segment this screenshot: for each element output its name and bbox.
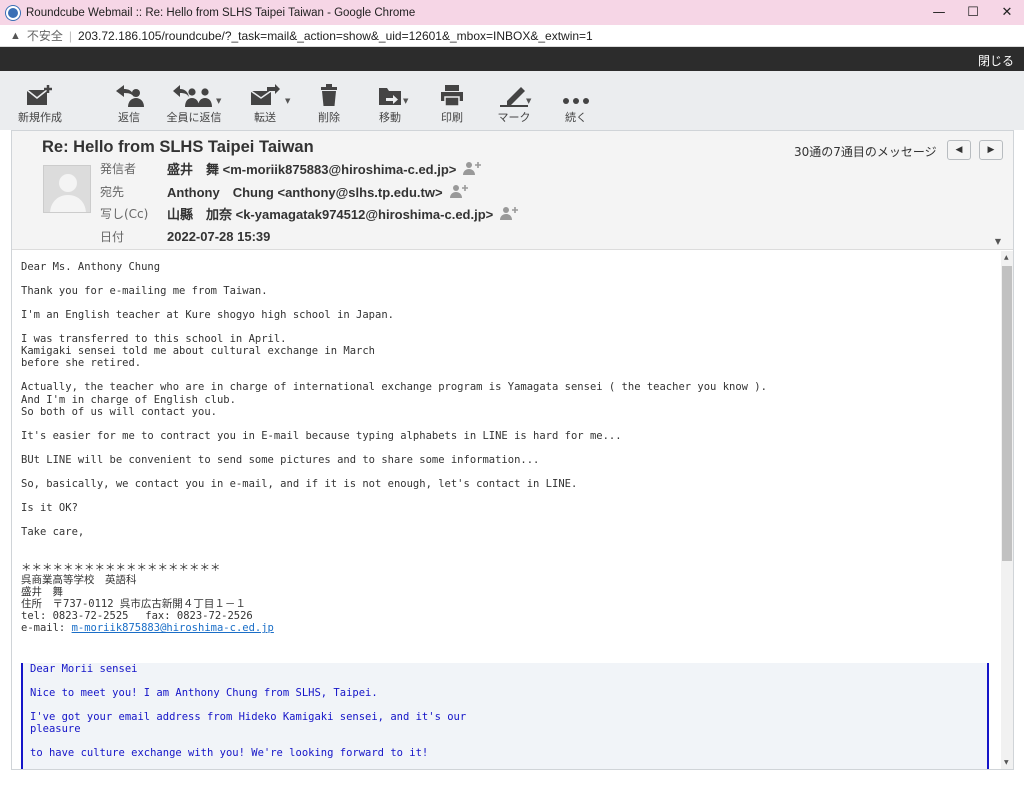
address-separator: |	[68, 28, 73, 43]
message-toolbar: 新規作成 返信 全員に返信 ▼ 転送 ▼ 削除 移動 ▼ 印刷 マーク ▼ 続く	[0, 71, 1024, 130]
forward-icon	[250, 84, 280, 105]
body-scrollbar[interactable]: ▲ ▼	[1001, 251, 1013, 769]
print-button[interactable]: 印刷	[437, 79, 467, 125]
contact-photo	[43, 165, 91, 213]
move-button[interactable]: 移動 ▼	[374, 79, 408, 125]
compose-label: 新規作成	[18, 111, 62, 124]
signature-email-link[interactable]: m-moriik875883@hiroshima-c.ed.jp	[72, 622, 274, 634]
move-label: 移動	[379, 111, 401, 124]
message-pane: Re: Hello from SLHS Taipei Taiwan 30通の7通…	[11, 130, 1014, 770]
more-label: 続く	[565, 111, 587, 124]
quoted-message: Dear Morii sensei Nice to meet you! I am…	[21, 663, 989, 769]
close-window-button[interactable]: ✕	[990, 0, 1024, 25]
window-titlebar: Roundcube Webmail :: Re: Hello from SLHS…	[0, 0, 1024, 25]
compose-icon	[26, 85, 52, 105]
message-counter: 30通の7通目のメッセージ	[794, 145, 937, 159]
move-dropdown-icon[interactable]: ▼	[403, 97, 408, 105]
next-message-button[interactable]: ▶	[979, 140, 1003, 160]
header-cc-row: 写し(Cc) 山縣 加奈 <k-yamagatak974512@hiroshim…	[100, 204, 519, 222]
maximize-button[interactable]: ☐	[956, 0, 990, 25]
cc-label: 写し(Cc)	[100, 206, 149, 221]
header-to-row: 宛先 Anthony Chung <anthony@slhs.tp.edu.tw…	[100, 182, 469, 200]
to-value[interactable]: Anthony Chung <anthony@slhs.tp.edu.tw>	[167, 182, 443, 201]
message-header: Re: Hello from SLHS Taipei Taiwan 30通の7通…	[12, 131, 1013, 250]
mark-dropdown-icon[interactable]: ▼	[526, 97, 531, 105]
close-link[interactable]: 閉じる	[978, 52, 1014, 69]
window-title: Roundcube Webmail :: Re: Hello from SLHS…	[26, 6, 416, 19]
cc-value[interactable]: 山縣 加奈 <k-yamagatak974512@hiroshima-c.ed.…	[167, 204, 493, 223]
header-from-row: 発信者 盛井 舞 <m-moriik875883@hiroshima-c.ed.…	[100, 159, 482, 177]
mark-label: マーク	[497, 111, 531, 124]
body-text: Dear Ms. Anthony Chung Thank you for e-m…	[21, 261, 767, 635]
previous-message-button[interactable]: ◀	[947, 140, 971, 160]
message-text: Dear Ms. Anthony Chung Thank you for e-m…	[21, 261, 767, 634]
reply-all-label: 全員に返信	[166, 111, 222, 124]
minimize-button[interactable]: —	[922, 0, 956, 25]
reply-all-icon	[173, 85, 212, 107]
person-silhouette-icon	[50, 174, 86, 212]
reply-label: 返信	[118, 111, 140, 124]
url-text[interactable]: 203.72.186.105/roundcube/?_task=mail&_ac…	[78, 29, 593, 43]
roundcube-favicon-icon	[6, 5, 20, 20]
forward-dropdown-icon[interactable]: ▼	[285, 97, 290, 105]
scroll-up-icon[interactable]: ▲	[1004, 254, 1009, 261]
scrollbar-thumb[interactable]	[1002, 266, 1012, 561]
print-label: 印刷	[441, 111, 463, 124]
mark-button[interactable]: マーク ▼	[496, 79, 532, 125]
from-value[interactable]: 盛井 舞 <m-moriik875883@hiroshima-c.ed.jp>	[167, 159, 456, 178]
reply-icon	[116, 85, 144, 107]
pencil-mark-icon	[500, 87, 528, 107]
date-value: 2022-07-28 15:39	[167, 228, 271, 244]
delete-button[interactable]: 削除	[313, 79, 345, 125]
date-label: 日付	[100, 229, 125, 244]
address-bar[interactable]: ▲ 不安全 | 203.72.186.105/roundcube/?_task=…	[0, 25, 1024, 47]
message-body: Dear Ms. Anthony Chung Thank you for e-m…	[12, 251, 1000, 769]
more-dots-icon	[563, 98, 589, 104]
reply-all-dropdown-icon[interactable]: ▼	[216, 97, 221, 105]
triangle-left-icon: ◀	[955, 145, 963, 155]
triangle-right-icon: ▶	[987, 145, 995, 155]
to-label: 宛先	[100, 184, 125, 199]
delete-label: 削除	[318, 111, 340, 124]
quoted-text: Dear Morii sensei Nice to meet you! I am…	[30, 663, 467, 760]
scroll-down-icon[interactable]: ▼	[1004, 759, 1009, 766]
printer-icon	[441, 85, 463, 107]
from-label: 発信者	[100, 161, 137, 176]
add-contact-icon[interactable]	[499, 206, 519, 220]
warning-icon[interactable]: ▲	[10, 30, 21, 42]
reply-all-button[interactable]: 全員に返信 ▼	[164, 79, 224, 125]
folder-move-icon	[379, 88, 401, 105]
add-contact-icon[interactable]	[449, 184, 469, 198]
forward-button[interactable]: 転送 ▼	[245, 79, 290, 125]
forward-label: 転送	[254, 111, 276, 124]
security-status[interactable]: 不安全	[27, 27, 63, 44]
reply-button[interactable]: 返信	[113, 79, 145, 125]
more-button[interactable]: 続く	[560, 79, 592, 125]
header-date-row: 日付 2022-07-28 15:39	[100, 227, 270, 245]
add-contact-icon[interactable]	[462, 161, 482, 175]
compose-button[interactable]: 新規作成	[15, 79, 65, 125]
trash-icon	[321, 84, 337, 106]
message-subject: Re: Hello from SLHS Taipei Taiwan	[42, 138, 314, 156]
headers-toggle-icon[interactable]: ▼	[995, 237, 1001, 246]
app-topbar: 閉じる	[0, 47, 1024, 71]
